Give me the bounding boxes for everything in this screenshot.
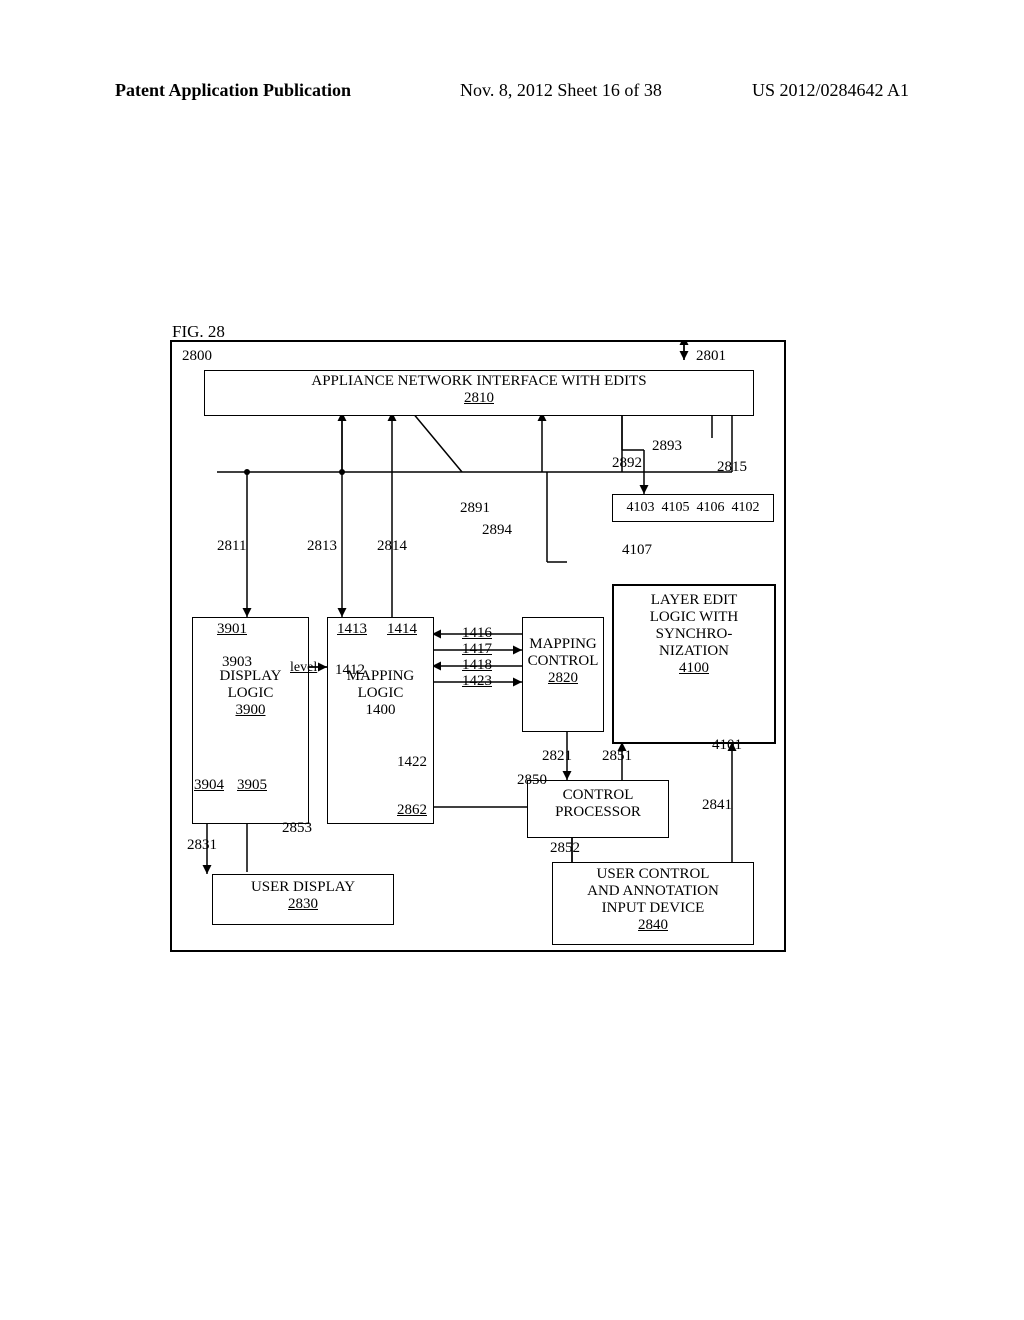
ref-2892: 2892 bbox=[612, 455, 642, 472]
display-logic-num: 3900 bbox=[193, 702, 308, 719]
box-user-display: USER DISPLAY 2830 bbox=[212, 874, 394, 925]
ref-3904: 3904 bbox=[194, 777, 224, 794]
ref-1417: 1417 bbox=[462, 641, 492, 658]
ref-2841: 2841 bbox=[702, 797, 732, 814]
ref-2815: 2815 bbox=[717, 459, 747, 476]
ref-1413: 1413 bbox=[337, 621, 367, 638]
user-control-l3: INPUT DEVICE bbox=[553, 900, 753, 917]
layer-edit-l3: SYNCHRO- bbox=[614, 626, 774, 643]
mapping-logic-num: 1400 bbox=[328, 702, 433, 719]
user-control-l1: USER CONTROL bbox=[553, 866, 753, 883]
ref-2891: 2891 bbox=[460, 500, 490, 517]
control-processor-l1: CONTROL bbox=[528, 787, 668, 804]
user-control-num: 2840 bbox=[553, 917, 753, 934]
ref-2811: 2811 bbox=[217, 538, 246, 555]
mapping-control-l2: CONTROL bbox=[523, 653, 603, 670]
ref-2831: 2831 bbox=[187, 837, 217, 854]
control-processor-l2: PROCESSOR bbox=[528, 804, 668, 821]
ref-1418: 1418 bbox=[462, 657, 492, 674]
ref-4103: 4103 bbox=[627, 500, 655, 515]
figure-label: FIG. 28 bbox=[172, 322, 225, 342]
box-control-processor: CONTROL PROCESSOR bbox=[527, 780, 669, 838]
layer-edit-num: 4100 bbox=[614, 660, 774, 677]
ref-2814: 2814 bbox=[377, 538, 407, 555]
ref-4107: 4107 bbox=[622, 542, 652, 559]
ref-2893: 2893 bbox=[652, 438, 682, 455]
ref-1414: 1414 bbox=[387, 621, 417, 638]
ref-4102: 4102 bbox=[732, 500, 760, 515]
ref-4101: 4101 bbox=[712, 737, 742, 754]
ref-2801: 2801 bbox=[696, 348, 726, 365]
ref-2821: 2821 bbox=[542, 748, 572, 765]
ref-3901: 3901 bbox=[217, 621, 247, 638]
ref-4105: 4105 bbox=[662, 500, 690, 515]
ref-2813: 2813 bbox=[307, 538, 337, 555]
ref-1422: 1422 bbox=[397, 754, 427, 771]
ref-3905: 3905 bbox=[237, 777, 267, 794]
box-appliance-network-interface: APPLIANCE NETWORK INTERFACE WITH EDITS 2… bbox=[204, 370, 754, 416]
user-display-num: 2830 bbox=[213, 896, 393, 913]
diagram-container: 2800 2801 bbox=[170, 340, 786, 952]
ref-2853: 2853 bbox=[282, 820, 312, 837]
ref-2894: 2894 bbox=[482, 522, 512, 539]
mapping-control-l1: MAPPING bbox=[523, 636, 603, 653]
ref-2800: 2800 bbox=[182, 348, 212, 365]
ref-4106: 4106 bbox=[697, 500, 725, 515]
box-layer-edit: LAYER EDIT LOGIC WITH SYNCHRO- NIZATION … bbox=[612, 584, 776, 744]
box-4103-4102: 4103 4105 4106 4102 bbox=[612, 494, 774, 522]
layer-edit-l2: LOGIC WITH bbox=[614, 609, 774, 626]
mapping-control-num: 2820 bbox=[523, 670, 603, 687]
ref-2862: 2862 bbox=[397, 802, 427, 819]
user-display-l1: USER DISPLAY bbox=[213, 879, 393, 896]
layer-edit-l4: NIZATION bbox=[614, 643, 774, 660]
box-user-control: USER CONTROL AND ANNOTATION INPUT DEVICE… bbox=[552, 862, 754, 945]
user-control-l2: AND ANNOTATION bbox=[553, 883, 753, 900]
header-left: Patent Application Publication bbox=[115, 80, 351, 101]
box-mapping-logic: MAPPING LOGIC 1400 bbox=[327, 617, 434, 824]
appliance-num: 2810 bbox=[205, 390, 753, 407]
mapping-logic-l2: LOGIC bbox=[328, 685, 433, 702]
display-logic-l2: LOGIC bbox=[193, 685, 308, 702]
ref-2851: 2851 bbox=[602, 748, 632, 765]
ref-2852: 2852 bbox=[550, 840, 580, 857]
ref-1423: 1423 bbox=[462, 673, 492, 690]
ref-3903: 3903 bbox=[222, 654, 252, 671]
layer-edit-l1: LAYER EDIT bbox=[614, 592, 774, 609]
header-right: US 2012/0284642 A1 bbox=[752, 80, 909, 101]
ref-level: level bbox=[290, 660, 317, 676]
ref-1412: 1412 bbox=[335, 662, 365, 679]
header-mid: Nov. 8, 2012 Sheet 16 of 38 bbox=[460, 80, 662, 101]
box-mapping-control: MAPPING CONTROL 2820 bbox=[522, 617, 604, 732]
ref-1416: 1416 bbox=[462, 625, 492, 642]
appliance-title: APPLIANCE NETWORK INTERFACE WITH EDITS bbox=[205, 373, 753, 390]
ref-2850: 2850 bbox=[517, 772, 547, 789]
